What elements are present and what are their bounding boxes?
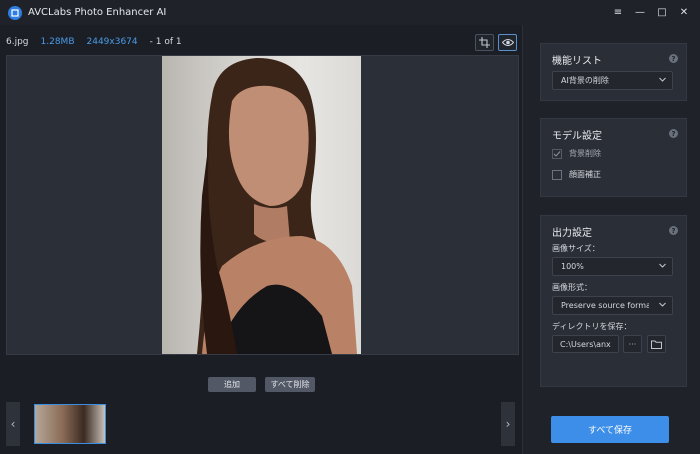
title-bar: AVCLabs Photo Enhancer AI ≡ — □ ✕ xyxy=(0,0,700,25)
image-format-label: 画像形式： xyxy=(552,283,592,292)
image-size-select[interactable]: 100% xyxy=(552,257,673,276)
app-title: AVCLabs Photo Enhancer AI xyxy=(28,7,167,18)
menu-button[interactable]: ≡ xyxy=(608,3,628,23)
model-settings-panel: モデル設定 ? 背景削除 顔面補正 xyxy=(540,118,687,197)
workspace: 6.jpg 1.28MB 2449x3674 - 1 of 1 追加 すべて削除… xyxy=(0,25,522,454)
chevron-down-icon xyxy=(659,302,666,307)
output-settings-panel: 出力設定 ? 画像サイズ： 100% 画像形式： Preserve source… xyxy=(540,215,687,387)
chevron-down-icon xyxy=(659,77,666,82)
option-face-enhancement[interactable]: 顔面補正 xyxy=(552,169,601,180)
action-buttons: 追加 すべて削除 xyxy=(0,377,522,393)
window-controls: ≡ — □ ✕ xyxy=(606,0,694,25)
page-counter: - 1 of 1 xyxy=(149,37,182,47)
minimize-button[interactable]: — xyxy=(630,3,650,23)
model-settings-title: モデル設定 xyxy=(552,131,602,142)
file-dimensions: 2449x3674 xyxy=(86,37,138,47)
thumbnail-strip: ‹ › xyxy=(6,402,517,446)
next-arrow-icon[interactable]: › xyxy=(501,402,515,446)
add-button[interactable]: 追加 xyxy=(208,377,256,392)
crop-icon xyxy=(479,37,490,48)
preview-toggle-button[interactable] xyxy=(498,34,517,51)
file-size: 1.28MB xyxy=(40,37,75,47)
browse-button[interactable]: ··· xyxy=(623,335,642,353)
close-button[interactable]: ✕ xyxy=(674,3,694,23)
file-info-bar: 6.jpg 1.28MB 2449x3674 - 1 of 1 xyxy=(6,33,194,51)
option-label: 背景削除 xyxy=(569,149,601,158)
checkbox-unchecked[interactable] xyxy=(552,169,562,180)
help-icon[interactable]: ? xyxy=(669,54,678,63)
directory-label: ディレクトリを保存： xyxy=(552,322,632,331)
eye-icon xyxy=(501,39,514,46)
save-all-button[interactable]: すべて保存 xyxy=(551,416,669,443)
prev-arrow-icon[interactable]: ‹ xyxy=(6,402,20,446)
preview-photo xyxy=(162,56,361,354)
image-size-value: 100% xyxy=(561,262,584,271)
open-folder-button[interactable] xyxy=(647,335,666,353)
function-select[interactable]: AI背景の削除 xyxy=(552,71,673,90)
function-list-panel: 機能リスト ? AI背景の削除 xyxy=(540,43,687,101)
function-list-title: 機能リスト xyxy=(552,56,602,67)
image-preview xyxy=(6,55,519,355)
directory-path-input[interactable]: C:\Users\anx xyxy=(552,335,619,353)
app-logo-icon xyxy=(8,5,22,20)
chevron-down-icon xyxy=(659,263,666,268)
maximize-button[interactable]: □ xyxy=(652,3,672,23)
image-format-value: Preserve source format xyxy=(561,301,649,310)
help-icon[interactable]: ? xyxy=(669,226,678,235)
function-select-value: AI背景の削除 xyxy=(561,76,609,85)
folder-icon xyxy=(651,340,662,349)
help-icon[interactable]: ? xyxy=(669,129,678,138)
settings-panel: 機能リスト ? AI背景の削除 モデル設定 ? 背景削除 顔面補正 出力設定 ?… xyxy=(522,25,700,454)
file-name: 6.jpg xyxy=(6,37,29,47)
image-format-select[interactable]: Preserve source format xyxy=(552,296,673,315)
checkbox-checked[interactable] xyxy=(552,148,562,159)
crop-button[interactable] xyxy=(475,34,494,51)
delete-all-button[interactable]: すべて削除 xyxy=(265,377,315,392)
thumbnail-item[interactable] xyxy=(34,404,106,444)
option-label: 顔面補正 xyxy=(569,170,601,179)
image-size-label: 画像サイズ： xyxy=(552,244,600,253)
option-background-removal[interactable]: 背景削除 xyxy=(552,148,601,159)
output-settings-title: 出力設定 xyxy=(552,228,592,239)
